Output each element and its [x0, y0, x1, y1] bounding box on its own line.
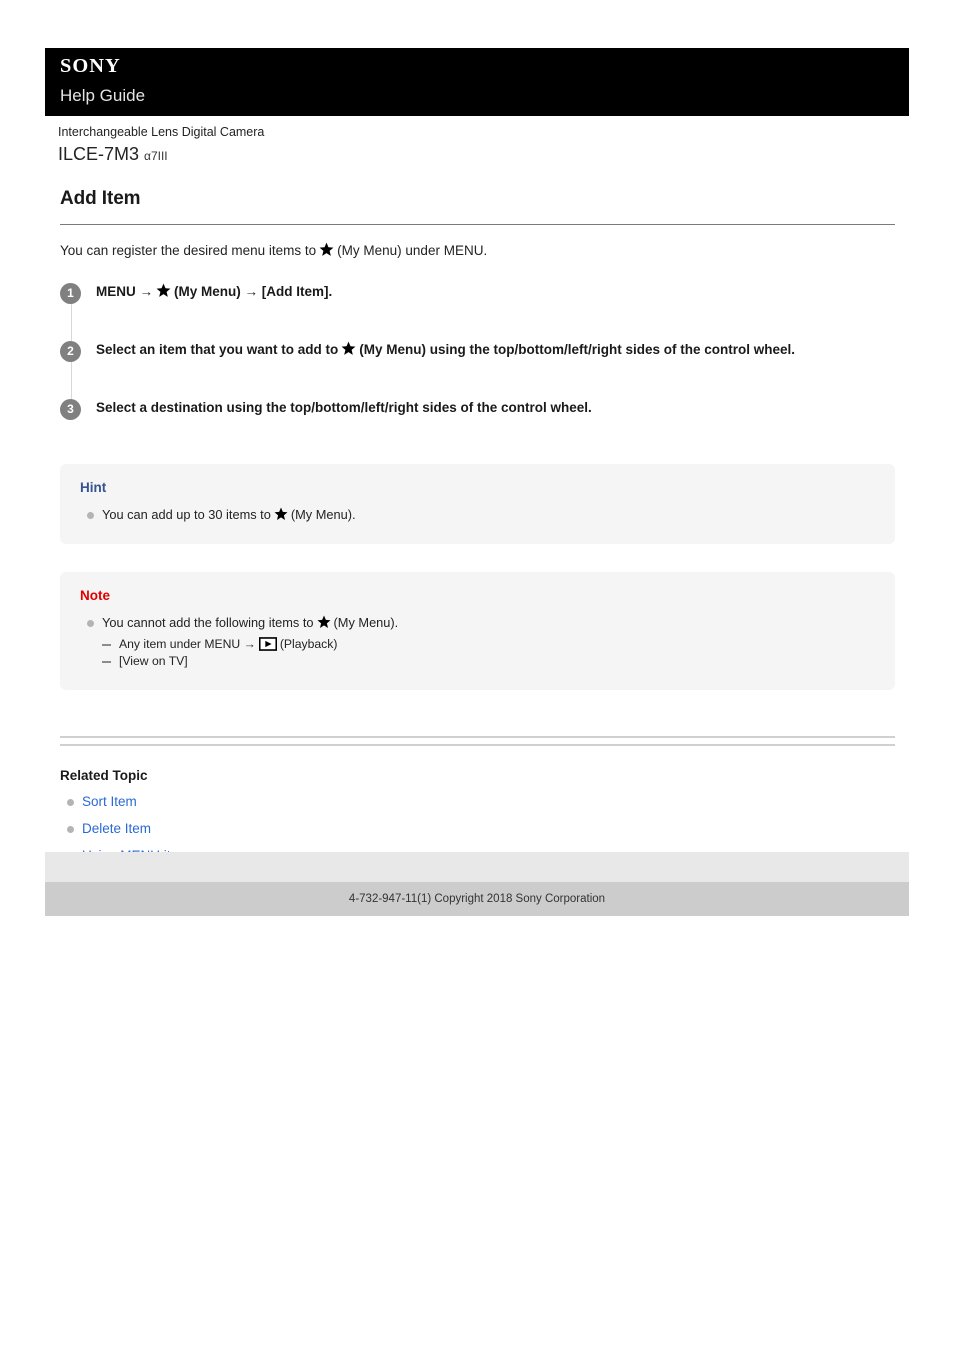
list-item: You cannot add the following items to (My…: [80, 613, 875, 670]
sub-item-text-before: Any item under MENU →: [119, 637, 256, 651]
step-text: Select a destination using the top/botto…: [96, 398, 592, 418]
note-list: You cannot add the following items to (My…: [80, 613, 875, 670]
product-model: ILCE-7M3 α7III: [58, 143, 858, 168]
sub-item-text-before: [View on TV]: [119, 654, 188, 668]
note-text-after: (My Menu).: [333, 615, 399, 630]
sub-item-text-after: (Playback): [279, 637, 338, 651]
sub-list-item: [View on TV]: [102, 653, 875, 670]
step-number-badge: 1: [60, 283, 81, 304]
step-number-badge: 2: [60, 341, 81, 362]
step-3: 3 Select a destination using the top/bot…: [60, 398, 895, 420]
related-topic-title: Related Topic: [60, 768, 148, 783]
product-model-number: ILCE-7M3: [58, 144, 140, 164]
sub-list-item: Any item under MENU → (Playback): [102, 636, 875, 653]
title-divider: [60, 224, 895, 225]
hint-list: You can add up to 30 items to (My Menu).: [80, 505, 875, 524]
sony-logo: SONY: [60, 55, 121, 77]
step-text-before: Select a destination using the top/botto…: [96, 400, 592, 415]
product-identification: Interchangeable Lens Digital Camera ILCE…: [58, 124, 858, 168]
hint-callout: Hint You can add up to 30 items to (My Me…: [60, 464, 895, 544]
list-item[interactable]: Delete Item: [60, 819, 895, 838]
intro-text-before: You can register the desired menu items …: [60, 243, 317, 258]
note-text-before: You cannot add the following items to: [102, 615, 314, 630]
product-category: Interchangeable Lens Digital Camera: [58, 125, 265, 139]
hint-title: Hint: [80, 480, 107, 495]
step-text: Select an item that you want to add to (M…: [96, 340, 795, 360]
note-title: Note: [80, 588, 110, 603]
step-text-before: MENU →: [96, 284, 153, 299]
product-model-alias: α7III: [144, 149, 168, 163]
step-number-badge: 3: [60, 399, 81, 420]
section-divider-top: [60, 736, 895, 738]
article-body: Add Item You can register the desired me…: [60, 186, 895, 873]
step-text-after: (My Menu) → [Add Item].: [174, 284, 333, 299]
footer-bar: 4-732-947-11(1) Copyright 2018 Sony Corp…: [45, 882, 909, 916]
help-guide-page: SONY Help Guide Interchangeable Lens Dig…: [0, 0, 954, 1351]
intro-text-after: (My Menu) under MENU.: [337, 243, 488, 258]
section-divider-bottom: [60, 744, 895, 746]
list-item: You can add up to 30 items to (My Menu).: [80, 505, 875, 524]
my-menu-star-icon: [317, 615, 331, 629]
playback-icon: [258, 637, 277, 651]
step-text-before: Select an item that you want to add to: [96, 342, 339, 357]
note-callout: Note You cannot add the following items …: [60, 572, 895, 690]
step-text-after: (My Menu) using the top/bottom/left/righ…: [359, 342, 796, 357]
step-1: 1 MENU → (My Menu) → [Add Item].: [60, 282, 895, 304]
help-guide-subtitle: Help Guide: [60, 86, 146, 105]
procedure-steps: 1 MENU → (My Menu) → [Add Item]. 2 Select…: [60, 282, 895, 420]
note-sub-list: Any item under MENU → (Playback) [View on…: [102, 636, 875, 670]
footer-copyright: 4-732-947-11(1) Copyright 2018 Sony Corp…: [348, 893, 606, 905]
step-text: MENU → (My Menu) → [Add Item].: [96, 282, 332, 302]
site-header: SONY Help Guide: [45, 48, 909, 116]
page-title: Add Item: [60, 188, 141, 209]
footer-spacer: [45, 852, 909, 882]
list-item[interactable]: Sort Item: [60, 792, 895, 811]
step-2: 2 Select an item that you want to add to…: [60, 340, 895, 362]
related-link-sort-item[interactable]: Sort Item: [82, 794, 137, 809]
intro-paragraph: You can register the desired menu items …: [60, 241, 895, 260]
related-topic-section: Related Topic Sort Item Delete Item Usin…: [60, 736, 895, 865]
my-menu-star-icon: [341, 341, 356, 356]
related-link-delete-item[interactable]: Delete Item: [82, 821, 151, 836]
my-menu-star-icon: [319, 242, 334, 257]
hint-text-after: (My Menu).: [290, 507, 356, 522]
hint-text-before: You can add up to 30 items to: [102, 507, 271, 522]
my-menu-star-icon: [274, 507, 288, 521]
my-menu-star-icon: [156, 283, 171, 298]
